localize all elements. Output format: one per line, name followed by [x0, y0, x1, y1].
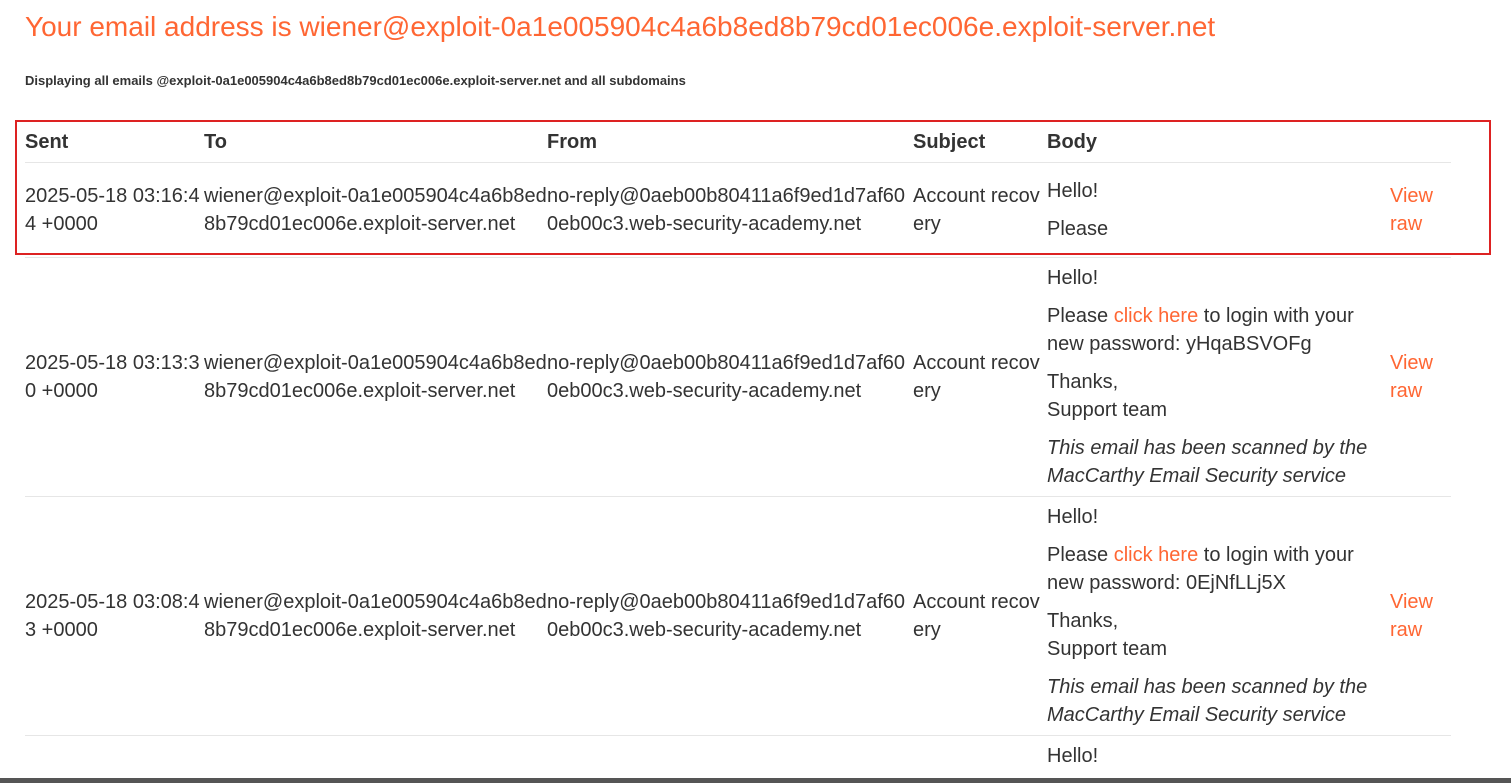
body-thanks: Thanks,	[1047, 610, 1119, 632]
body-text: Please	[1047, 218, 1109, 240]
table-row: 2025-05-18 03:16:44 +0000 wiener@exploit…	[25, 162, 1451, 258]
body-scan-note: This email has been scanned by the MacCa…	[1047, 676, 1368, 726]
login-link[interactable]: click here	[1114, 305, 1198, 327]
body-greeting: Hello!	[1047, 180, 1099, 202]
email-sent	[25, 736, 204, 777]
body-greeting: Hello!	[1047, 267, 1099, 289]
view-raw-link[interactable]: View raw	[1390, 182, 1451, 238]
email-subject: Account recovery	[913, 257, 1047, 497]
email-from: no-reply@0aeb00b80411a6f9ed1d7af600eb00c…	[547, 257, 913, 497]
email-subject: Account recovery	[913, 496, 1047, 736]
email-to: wiener@exploit-0a1e005904c4a6b8ed8b79cd0…	[204, 496, 547, 736]
body-text: Please click here to login with your new…	[1047, 302, 1390, 358]
email-to	[204, 736, 547, 777]
email-body: Hello! Please click here to login with y…	[1047, 496, 1390, 736]
page-title: Your email address is wiener@exploit-0a1…	[25, 11, 1216, 42]
column-header-to: To	[204, 124, 547, 163]
body-text-pre: Please	[1047, 305, 1114, 327]
view-raw-link[interactable]: View raw	[1390, 588, 1451, 644]
email-client-page: Your email address is wiener@exploit-0a1…	[0, 0, 1511, 783]
column-header-sent: Sent	[25, 124, 204, 163]
column-header-from: From	[547, 124, 913, 163]
body-greeting: Hello!	[1047, 745, 1099, 767]
body-signature: Support team	[1047, 399, 1168, 421]
column-header-subject: Subject	[913, 124, 1047, 163]
view-raw-cell: View raw	[1390, 496, 1451, 736]
email-sent: 2025-05-18 03:13:30 +0000	[25, 257, 204, 497]
email-from	[547, 736, 913, 777]
email-subject: Account recovery	[913, 162, 1047, 258]
login-link[interactable]: click here	[1114, 544, 1198, 566]
view-raw-cell: View raw	[1390, 257, 1451, 497]
view-raw-link[interactable]: View raw	[1390, 349, 1451, 405]
table-row: 2025-05-18 03:08:43 +0000 wiener@exploit…	[25, 496, 1451, 736]
email-table: Sent To From Subject Body 2025-05-18 03:…	[25, 124, 1451, 776]
column-header-body: Body	[1047, 124, 1390, 163]
column-header-actions	[1390, 124, 1451, 163]
body-thanks: Thanks,	[1047, 371, 1119, 393]
email-body: Hello!	[1047, 736, 1390, 777]
email-to: wiener@exploit-0a1e005904c4a6b8ed8b79cd0…	[204, 162, 547, 258]
body-signoff: Thanks, Support team	[1047, 368, 1390, 424]
body-signoff: Thanks, Support team	[1047, 607, 1390, 663]
body-scan-note: This email has been scanned by the MacCa…	[1047, 437, 1368, 487]
email-sent: 2025-05-18 03:08:43 +0000	[25, 496, 204, 736]
view-raw-cell: View raw	[1390, 162, 1451, 258]
email-body: Hello! Please	[1047, 162, 1390, 258]
email-subject	[913, 736, 1047, 777]
email-from: no-reply@0aeb00b80411a6f9ed1d7af600eb00c…	[547, 162, 913, 258]
view-raw-cell	[1390, 736, 1451, 777]
email-from: no-reply@0aeb00b80411a6f9ed1d7af600eb00c…	[547, 496, 913, 736]
table-header-row: Sent To From Subject Body	[25, 124, 1451, 163]
table-row: Hello!	[25, 736, 1451, 777]
body-text-pre: Please	[1047, 544, 1114, 566]
body-text: Please click here to login with your new…	[1047, 541, 1390, 597]
body-signature: Support team	[1047, 638, 1168, 660]
email-body: Hello! Please click here to login with y…	[1047, 257, 1390, 497]
email-sent: 2025-05-18 03:16:44 +0000	[25, 162, 204, 258]
bottom-edge-bar	[0, 778, 1511, 783]
table-row: 2025-05-18 03:13:30 +0000 wiener@exploit…	[25, 257, 1451, 497]
body-greeting: Hello!	[1047, 506, 1099, 528]
email-to: wiener@exploit-0a1e005904c4a6b8ed8b79cd0…	[204, 257, 547, 497]
page-subtitle: Displaying all emails @exploit-0a1e00590…	[25, 73, 686, 88]
